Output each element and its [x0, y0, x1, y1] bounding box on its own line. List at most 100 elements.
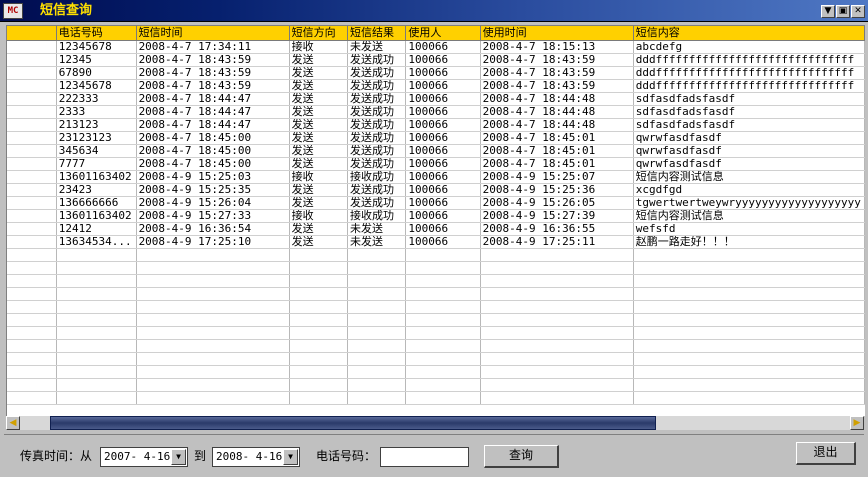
column-header[interactable]: 短信方向 — [289, 26, 349, 41]
column-header[interactable]: 短信时间 — [136, 26, 290, 41]
table-row[interactable]: 13634534... 2008-4-9 17:25:10 发送 未发送 100066 2… — [7, 235, 865, 249]
column-header[interactable]: 电话号码 — [56, 26, 137, 41]
date-from-picker[interactable]: 2007- 4-16 ▼ — [100, 447, 188, 467]
table-row[interactable]: 67890 2008-4-7 18:43:59 发送 发送成功 100066 2008-4… — [7, 66, 865, 80]
table-cell: qwrwfasdfasdf — [633, 131, 865, 145]
empty-cell — [56, 248, 137, 262]
date-to-picker[interactable]: 2008- 4-16 ▼ — [212, 447, 300, 467]
column-header[interactable]: 使用时间 — [480, 26, 634, 41]
table-row[interactable]: 7777 2008-4-7 18:45:00 发送 发送成功 100066 2008-4-… — [7, 157, 865, 171]
empty-row — [7, 274, 865, 288]
table-cell: 发送 — [289, 118, 349, 132]
scroll-right-icon[interactable]: ▶ — [850, 416, 864, 430]
table-row[interactable]: 2333 2008-4-7 18:44:47 发送 发送成功 100066 2008-4-… — [7, 105, 865, 119]
horizontal-scrollbar[interactable]: ◀ ▶ — [6, 416, 864, 430]
table-row[interactable]: 13601163402 2008-4-9 15:25:03 接收 接收成功 100066… — [7, 170, 865, 184]
table-cell: 100066 — [405, 40, 481, 54]
empty-cell — [7, 391, 57, 405]
table-cell: 2008-4-7 18:45:01 — [480, 157, 634, 171]
empty-cell — [347, 287, 407, 301]
phone-input[interactable] — [380, 447, 469, 467]
empty-cell — [347, 339, 407, 353]
column-header[interactable]: 短信内容 — [633, 26, 865, 41]
date-to-dropdown-icon[interactable]: ▼ — [283, 449, 298, 465]
maximize-button[interactable]: ▣ — [836, 5, 850, 18]
table-cell: 2008-4-7 18:43:59 — [136, 79, 290, 93]
date-from-dropdown-icon[interactable]: ▼ — [171, 449, 186, 465]
sms-grid[interactable]: 电话号码 短信时间 短信方向 短信结果 使用人 使用时间 短信内容 12345678 2008… — [6, 25, 865, 416]
table-cell: 2008-4-7 18:15:13 — [480, 40, 634, 54]
table-cell: 发送成功 — [347, 105, 407, 119]
empty-cell — [289, 391, 349, 405]
table-cell: 2008-4-9 17:25:10 — [136, 235, 290, 249]
table-cell: 发送 — [289, 183, 349, 197]
table-cell: 短信内容测试信息 — [633, 170, 865, 184]
table-row[interactable]: 345634 2008-4-7 18:45:00 发送 发送成功 100066 2008-… — [7, 144, 865, 158]
empty-cell — [347, 352, 407, 366]
table-row[interactable]: 23423 2008-4-9 15:25:35 发送 发送成功 100066 2008-4… — [7, 183, 865, 197]
table-cell — [7, 157, 57, 171]
scroll-left-icon[interactable]: ◀ — [6, 416, 20, 430]
empty-cell — [289, 378, 349, 392]
table-cell — [7, 209, 57, 223]
table-cell: 2008-4-9 15:26:05 — [480, 196, 634, 210]
scroll-track[interactable] — [20, 416, 850, 430]
query-button[interactable]: 查询 — [484, 445, 559, 468]
empty-cell — [405, 326, 481, 340]
table-cell: 发送 — [289, 131, 349, 145]
table-row[interactable]: 23123123 2008-4-7 18:45:00 发送 发送成功 100066 200… — [7, 131, 865, 145]
table-cell: abcdefg — [633, 40, 865, 54]
table-cell: 213123 — [56, 118, 137, 132]
table-cell: 2008-4-9 15:25:03 — [136, 170, 290, 184]
minimize-button[interactable]: ▼ — [821, 5, 835, 18]
table-cell — [7, 131, 57, 145]
table-row[interactable]: 222333 2008-4-7 18:44:47 发送 发送成功 100066 2008-… — [7, 92, 865, 106]
table-cell: 2008-4-7 18:44:47 — [136, 118, 290, 132]
scroll-thumb[interactable] — [50, 416, 656, 430]
column-header[interactable]: 短信结果 — [347, 26, 407, 41]
table-row[interactable]: 12345678 2008-4-7 18:43:59 发送 发送成功 100066 200… — [7, 79, 865, 93]
empty-cell — [7, 261, 57, 275]
table-row[interactable]: 13601163402 2008-4-9 15:27:33 接收 接收成功 100066… — [7, 209, 865, 223]
exit-button[interactable]: 退出 — [796, 442, 856, 465]
table-row[interactable]: 12345678 2008-4-7 17:34:11 接收 未发送 100066 2008… — [7, 40, 865, 54]
empty-cell — [289, 326, 349, 340]
table-cell: 2008-4-7 17:34:11 — [136, 40, 290, 54]
table-cell: 100066 — [405, 53, 481, 67]
empty-cell — [56, 287, 137, 301]
empty-cell — [136, 274, 290, 288]
empty-cell — [7, 274, 57, 288]
empty-cell — [289, 300, 349, 314]
table-cell: qwrwfasdfasdf — [633, 144, 865, 158]
table-cell: 发送 — [289, 157, 349, 171]
table-cell: 2008-4-7 18:43:59 — [480, 66, 634, 80]
table-cell: 345634 — [56, 144, 137, 158]
empty-cell — [56, 365, 137, 379]
column-header[interactable] — [7, 26, 57, 41]
table-cell: 100066 — [405, 196, 481, 210]
table-cell — [7, 79, 57, 93]
empty-cell — [7, 313, 57, 327]
table-cell: 发送 — [289, 105, 349, 119]
table-row[interactable]: 12412 2008-4-9 16:36:54 发送 未发送 100066 2008-4-… — [7, 222, 865, 236]
window-title: 短信查询 — [40, 3, 93, 18]
sms-table: 电话号码 短信时间 短信方向 短信结果 使用人 使用时间 短信内容 12345678 2008… — [7, 26, 865, 405]
table-cell: 222333 — [56, 92, 137, 106]
empty-cell — [633, 352, 865, 366]
empty-cell — [289, 274, 349, 288]
table-cell: 100066 — [405, 118, 481, 132]
column-header[interactable]: 使用人 — [405, 26, 481, 41]
phone-label: 电话号码： — [316, 449, 377, 463]
table-row[interactable]: 136666666 2008-4-9 15:26:04 发送 发送成功 100066 20… — [7, 196, 865, 210]
empty-cell — [136, 313, 290, 327]
table-row[interactable]: 12345 2008-4-7 18:43:59 发送 发送成功 100066 2008-4… — [7, 53, 865, 67]
close-button[interactable]: ✕ — [851, 5, 865, 18]
table-cell — [7, 105, 57, 119]
table-row[interactable]: 213123 2008-4-7 18:44:47 发送 发送成功 100066 2008-… — [7, 118, 865, 132]
empty-cell — [347, 248, 407, 262]
table-cell: 发送 — [289, 53, 349, 67]
empty-cell — [7, 352, 57, 366]
table-cell — [7, 53, 57, 67]
empty-row — [7, 287, 865, 301]
table-cell: 2008-4-9 15:27:39 — [480, 209, 634, 223]
